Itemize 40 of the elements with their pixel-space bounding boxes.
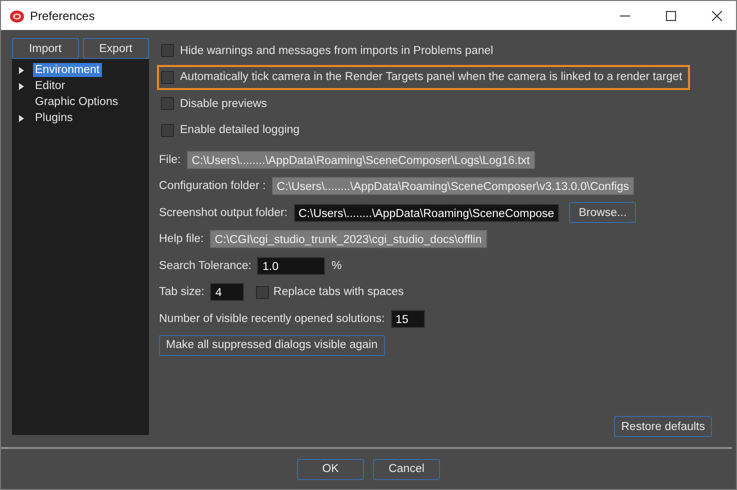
sidebar-button[interactable]: Export	[82, 38, 149, 59]
window-title: Preferences	[30, 8, 96, 22]
tab-size-field[interactable]: 4	[210, 283, 244, 301]
checkbox[interactable]	[256, 286, 270, 298]
expand-arrow-icon[interactable]	[19, 82, 24, 90]
field-label: Help file:	[159, 233, 204, 245]
restore-defaults-button[interactable]: Restore defaults	[614, 416, 712, 437]
dialog-button[interactable]: Cancel	[373, 458, 440, 480]
tree-item[interactable]: Environment	[33, 63, 102, 77]
close-icon[interactable]	[712, 10, 722, 20]
field-label: Search Tolerance:	[159, 260, 252, 272]
checkbox-label: Replace tabs with spaces	[273, 286, 404, 298]
field-label: Number of visible recently opened solutions:	[159, 312, 385, 324]
tree-item[interactable]: Editor	[33, 79, 68, 93]
reset-dialogs-button[interactable]: Make all suppressed dialogs visible again	[159, 334, 385, 356]
checkbox[interactable]	[161, 70, 174, 84]
dialog-button[interactable]: OK	[297, 458, 364, 480]
expand-arrow-icon[interactable]	[19, 114, 24, 122]
checkbox[interactable]	[161, 44, 174, 57]
app-logo-icon	[9, 8, 25, 24]
tolerance-field[interactable]: 1.0	[257, 256, 326, 274]
checkbox-label: Enable detailed logging	[180, 124, 300, 136]
checkbox-label: Disable previews	[180, 98, 267, 110]
checkbox-label: Automatically tick camera in the Render Targets panel when the camera is linked to a render target	[180, 71, 682, 83]
sidebar-button[interactable]: Import	[12, 38, 78, 59]
field-label: File:	[159, 154, 181, 166]
field-label: Configuration folder :	[159, 180, 266, 192]
maximize-icon[interactable]	[666, 10, 676, 20]
browse-button[interactable]: Browse...	[569, 202, 636, 223]
recent-count-field[interactable]: 15	[390, 310, 425, 328]
field-label: Tab size:	[159, 286, 204, 298]
tree-item[interactable]: Plugins	[33, 111, 75, 125]
unit-label: %	[331, 260, 342, 272]
tree-item[interactable]: Graphic Options	[33, 95, 120, 109]
checkbox-label: Hide warnings and messages from imports in Problems panel	[180, 44, 494, 56]
path-field[interactable]: C:\Users\........\AppData\Roaming\SceneCompose	[294, 204, 560, 222]
expand-arrow-icon[interactable]	[19, 66, 24, 74]
checkbox[interactable]	[161, 124, 174, 136]
checkbox[interactable]	[161, 97, 174, 110]
field-label: Screenshot output folder:	[159, 206, 288, 218]
